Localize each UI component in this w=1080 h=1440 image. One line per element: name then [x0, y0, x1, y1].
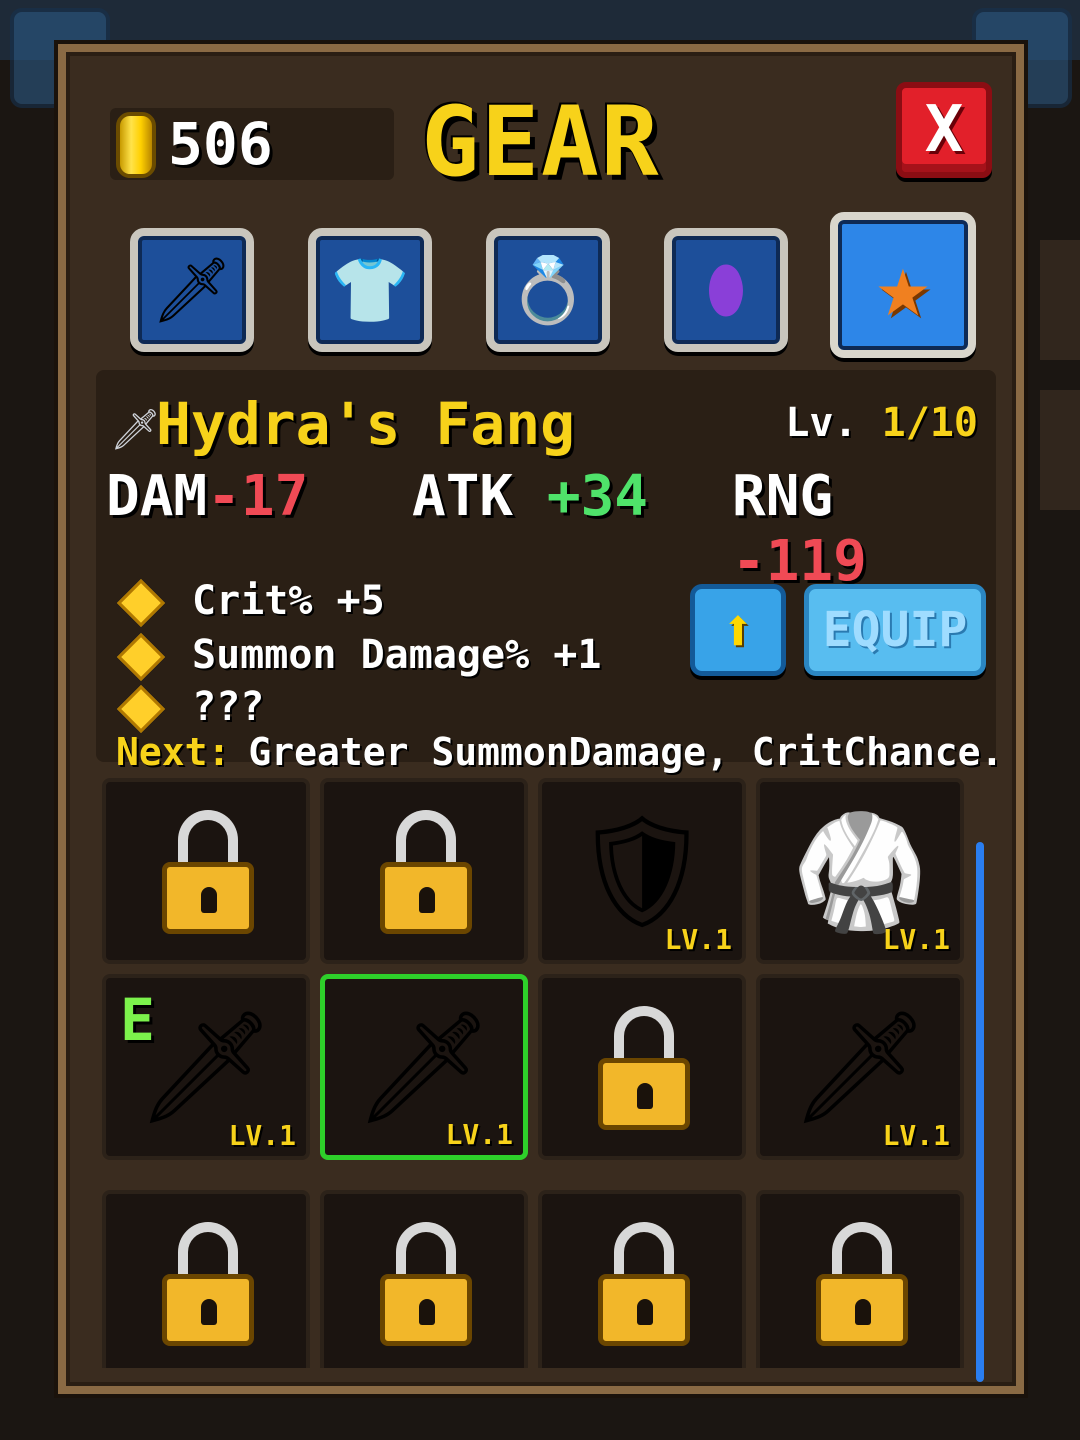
level-prefix: Lv. [785, 400, 858, 446]
gear-slot-locked[interactable] [102, 778, 310, 964]
next-label: Next: [116, 730, 231, 774]
close-icon: X [924, 93, 964, 167]
background-side-element [1040, 240, 1080, 360]
stat-attack: ATK +34 [412, 464, 648, 529]
background-side-element [1040, 390, 1080, 510]
stat-value: -17 [207, 464, 309, 529]
gear-slot[interactable]: 🥋 LV.1 [756, 778, 964, 964]
close-button[interactable]: X [896, 82, 992, 178]
panel-title: GEAR [421, 86, 661, 198]
stat-label: ATK [412, 464, 514, 529]
gear-slot-locked[interactable] [320, 1190, 528, 1368]
slot-level: LV.1 [882, 923, 950, 956]
tab-gem[interactable]: ⬮ [664, 228, 788, 352]
perk-item: Summon Damage% +1 [116, 632, 602, 682]
stat-range: RNG -119 [732, 464, 996, 594]
lock-icon [162, 1222, 254, 1350]
ring-icon: 💍 [508, 253, 588, 328]
lock-icon [598, 1222, 690, 1350]
slot-level: LV.1 [445, 1118, 513, 1151]
gear-slot-locked[interactable] [320, 778, 528, 964]
perk-text: Summon Damage% +1 [192, 632, 602, 678]
gear-slot-locked[interactable] [102, 1190, 310, 1368]
perk-item: Crit% +5 [116, 578, 385, 628]
perk-text: Crit% +5 [192, 578, 385, 624]
grid-scrollbar[interactable] [976, 842, 984, 1382]
gear-grid: 🛡 LV.1 🥋 LV.1 E 🗡 LV.1 🗡 LV.1 🗡 LV.1 [102, 778, 964, 1368]
diamond-icon [116, 578, 166, 628]
diamond-icon [116, 632, 166, 682]
sword-icon: 🗡 [151, 253, 233, 328]
tab-ring[interactable]: 💍 [486, 228, 610, 352]
arrow-up-icon: ⬆ [720, 596, 756, 664]
upgrade-button[interactable]: ⬆ [690, 584, 786, 676]
gear-slot-locked[interactable] [538, 974, 746, 1160]
gear-slot[interactable]: 🛡 LV.1 [538, 778, 746, 964]
lock-icon [598, 1006, 690, 1134]
tab-weapon[interactable]: 🗡 [130, 228, 254, 352]
stat-label: RNG [732, 464, 834, 529]
next-upgrade: Next: Greater SummonDamage, CritChance. [116, 730, 1003, 774]
gem-icon: ⬮ [705, 253, 747, 327]
gear-slot-locked[interactable] [756, 1190, 964, 1368]
tab-armor[interactable]: 👕 [308, 228, 432, 352]
perk-text: ??? [192, 684, 265, 730]
equip-button[interactable]: EQUIP [804, 584, 986, 676]
tab-star[interactable]: ★ [830, 212, 976, 358]
gear-slot[interactable]: 🗡 LV.1 [756, 974, 964, 1160]
slot-level: LV.1 [228, 1119, 296, 1152]
level-value: 1/10 [881, 400, 978, 446]
lock-icon [380, 1222, 472, 1350]
star-icon: ★ [875, 232, 931, 338]
item-details: 🗡 Hydra's Fang Lv. 1/10 DAM-17 ATK +34 R… [96, 370, 1003, 774]
armor-icon: 👕 [330, 253, 410, 328]
gear-slot[interactable]: E 🗡 LV.1 [102, 974, 310, 1160]
perk-item: ??? [116, 684, 265, 734]
slot-level: LV.1 [882, 1119, 950, 1152]
stat-damage: DAM-17 [106, 464, 308, 529]
gear-slot-locked[interactable] [538, 1190, 746, 1368]
equip-label: EQUIP [822, 602, 968, 658]
item-level: Lv. 1/10 [785, 400, 978, 446]
slot-level: LV.1 [664, 923, 732, 956]
diamond-icon [116, 684, 166, 734]
stat-label: DAM [106, 464, 208, 529]
lock-icon [816, 1222, 908, 1350]
gear-panel: 506 GEAR X 🗡 👕 💍 ⬮ ★ 🗡 Hydra's Fang Lv. … [58, 44, 1024, 1394]
sword-icon: 🗡 [110, 407, 161, 453]
lock-icon [380, 810, 472, 938]
gear-slot-selected[interactable]: 🗡 LV.1 [320, 974, 528, 1160]
stat-value: +34 [546, 464, 649, 529]
lock-icon [162, 810, 254, 938]
next-text: Greater SummonDamage, CritChance. [248, 730, 1004, 774]
item-name: Hydra's Fang [156, 390, 576, 458]
